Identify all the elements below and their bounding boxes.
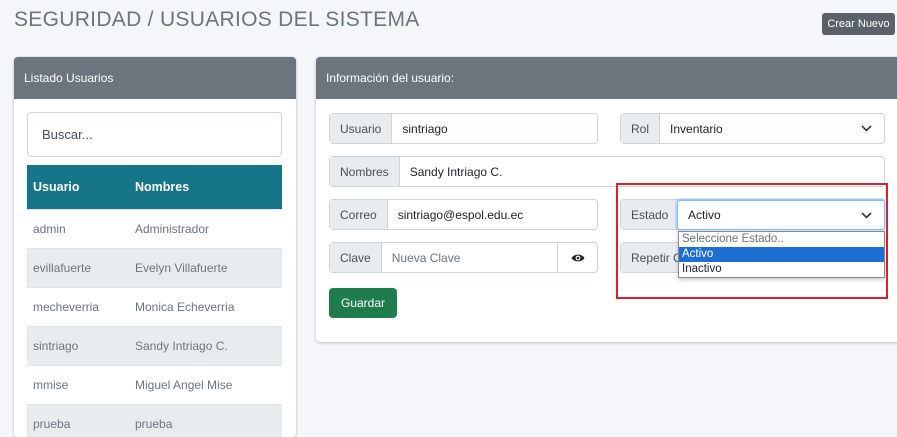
cell-usuario: mmise (27, 364, 129, 404)
chevron-down-icon (861, 114, 872, 143)
clave-placeholder: Nueva Clave (391, 250, 461, 265)
column-header-nombres[interactable]: Nombres (129, 165, 282, 209)
cell-nombres: Miguel Angel Mise (129, 364, 282, 404)
option-activo[interactable]: Activo (679, 247, 884, 262)
user-info-header: Información del usuario: (316, 57, 897, 99)
page-title: SEGURIDAD / USUARIOS DEL SISTEMA (14, 8, 420, 31)
cell-nombres: Monica Echeverria (129, 286, 282, 326)
table-header-row: Usuario Nombres (27, 165, 282, 209)
usuario-field[interactable]: Usuario sintriago (329, 113, 598, 144)
estado-dropdown: Seleccione Estado.. Activo Inactivo (678, 231, 885, 278)
clave-input[interactable]: Nueva Clave (382, 243, 557, 272)
cell-nombres: Sandy Intriago C. (129, 325, 282, 365)
users-list-card: Listado Usuarios Buscar... Usuario Nombr… (14, 57, 296, 437)
usuario-label: Usuario (330, 114, 393, 143)
usuario-value[interactable]: sintriago (392, 114, 597, 143)
nombres-label: Nombres (330, 157, 400, 186)
option-seleccione[interactable]: Seleccione Estado.. (679, 232, 884, 247)
rol-label: Rol (621, 114, 661, 143)
cell-usuario: mecheverria (27, 286, 129, 326)
create-new-button[interactable]: Crear Nuevo (822, 13, 895, 35)
clave-field[interactable]: Clave Nueva Clave (329, 242, 598, 273)
table-row[interactable]: evillafuerte Evelyn Villafuerte (27, 247, 282, 287)
correo-label: Correo (330, 200, 388, 229)
cell-nombres: Evelyn Villafuerte (129, 247, 282, 287)
estado-value: Activo (688, 208, 721, 222)
column-header-usuario[interactable]: Usuario (27, 165, 129, 209)
cell-usuario: admin (27, 208, 129, 248)
search-placeholder: Buscar... (42, 127, 93, 142)
users-list-header: Listado Usuarios (14, 57, 296, 99)
cell-usuario: prueba (27, 403, 129, 437)
cell-nombres: Administrador (129, 208, 282, 248)
estado-select[interactable]: Activo (677, 200, 885, 230)
cell-usuario: evillafuerte (27, 247, 129, 287)
rol-value[interactable]: Inventario (660, 114, 861, 143)
correo-value[interactable]: sintriago@espol.edu.ec (388, 200, 597, 229)
table-row[interactable]: mmise Miguel Angel Mise (27, 364, 282, 404)
search-input[interactable]: Buscar... (27, 112, 282, 157)
cell-nombres: prueba (129, 403, 282, 437)
chevron-down-icon (861, 211, 872, 219)
table-row[interactable]: mecheverria Monica Echeverria (27, 286, 282, 326)
table-row[interactable]: sintriago Sandy Intriago C. (27, 325, 282, 365)
option-inactivo[interactable]: Inactivo (679, 262, 884, 277)
users-table: Usuario Nombres admin Administrador evill… (27, 165, 282, 437)
save-button[interactable]: Guardar (329, 288, 397, 318)
table-row[interactable]: admin Administrador (27, 208, 282, 248)
rol-select[interactable]: Rol Inventario (620, 113, 885, 144)
nombres-value[interactable]: Sandy Intriago C. (400, 157, 884, 186)
cell-usuario: sintriago (27, 325, 129, 365)
table-row[interactable]: prueba prueba (27, 403, 282, 437)
eye-icon[interactable] (557, 243, 597, 272)
correo-field[interactable]: Correo sintriago@espol.edu.ec (329, 199, 598, 230)
clave-label: Clave (330, 243, 382, 272)
